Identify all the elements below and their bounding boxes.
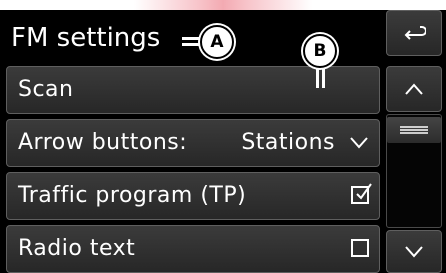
top-fade (0, 0, 446, 10)
page-title: FM settings (11, 23, 161, 53)
callout-b-marker: B (303, 34, 337, 68)
scrollbar-thumb[interactable] (387, 117, 441, 143)
menu-lines-icon (400, 126, 428, 134)
chevron-down-icon (405, 245, 423, 258)
arrow-buttons-value: Stations (241, 130, 335, 155)
checkmark-icon (356, 183, 372, 200)
chevron-up-icon (405, 83, 423, 95)
radio-text-label: Radio text (18, 236, 136, 261)
fm-settings-screen: FM settings Scan Arrow buttons: Stations… (0, 10, 446, 273)
traffic-program-checkbox[interactable] (351, 183, 372, 204)
back-button[interactable] (386, 10, 442, 56)
scroll-down-button[interactable] (386, 230, 442, 273)
radio-text-checkbox[interactable] (351, 239, 369, 257)
side-panel (386, 10, 446, 273)
settings-list: Scan Arrow buttons: Stations Traffic pro… (6, 66, 380, 273)
scan-label: Scan (18, 77, 74, 102)
traffic-program-label: Traffic program (TP) (18, 183, 247, 208)
radio-text-row[interactable]: Radio text (6, 225, 380, 273)
callout-a-marker: A (200, 25, 234, 59)
scrollbar-track[interactable] (386, 114, 442, 228)
back-arrow-icon (404, 26, 426, 40)
chevron-down-icon (350, 137, 368, 149)
arrow-buttons-label: Arrow buttons: (18, 130, 188, 155)
scroll-up-button[interactable] (386, 66, 442, 112)
arrow-buttons-row[interactable]: Arrow buttons: Stations (6, 119, 380, 167)
traffic-program-row[interactable]: Traffic program (TP) (6, 172, 380, 220)
